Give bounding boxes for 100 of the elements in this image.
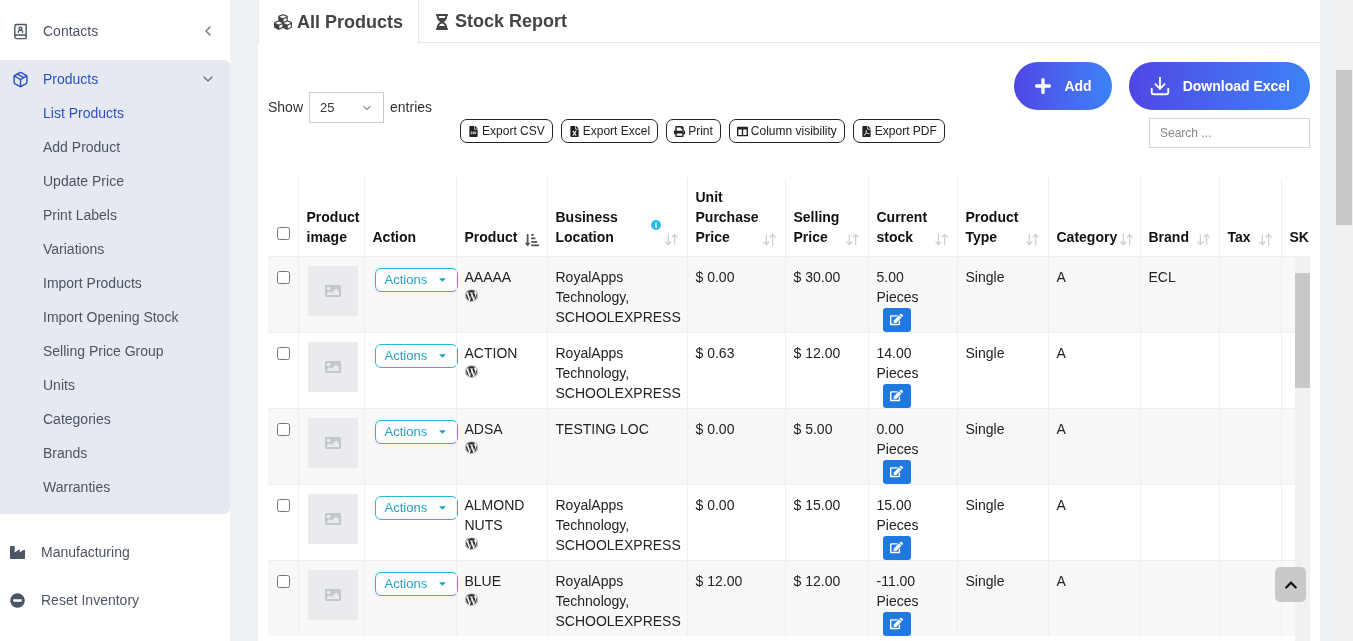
row-checkbox[interactable]	[277, 498, 290, 512]
submenu-item[interactable]: Print Labels	[0, 198, 230, 232]
submenu-item[interactable]: Categories	[0, 402, 230, 436]
submenu-item[interactable]: Brands	[0, 436, 230, 470]
product-name: AAAAA	[464, 267, 513, 287]
address-book-icon	[12, 22, 29, 40]
sidebar-label: Contacts	[43, 21, 100, 41]
edit-button[interactable]	[882, 383, 911, 408]
printer-icon	[674, 125, 686, 137]
sidebar-item[interactable]: Reset Inventory	[0, 583, 154, 617]
row-checkbox[interactable]	[277, 270, 290, 284]
edit-button[interactable]	[882, 611, 911, 636]
image-icon	[324, 358, 341, 375]
image-icon	[324, 510, 341, 527]
stock-text: 5.00 Pieces	[876, 267, 920, 307]
column-header: Brand	[1148, 227, 1189, 247]
select-all-checkbox[interactable]	[277, 226, 290, 240]
column-header: Business Location	[555, 207, 619, 247]
page-scrollbar[interactable]	[1335, 0, 1353, 641]
sort-icon[interactable]	[524, 232, 539, 247]
stock-text: 14.00 Pieces	[876, 343, 920, 383]
image-icon	[324, 586, 341, 603]
submenu-item[interactable]: Import Opening Stock	[0, 300, 230, 334]
product-name: ALMOND NUTS	[464, 495, 526, 535]
hourglass-icon	[434, 13, 450, 30]
table-cell: $ 12.00	[785, 560, 868, 636]
product-name: BLUE	[464, 571, 503, 591]
sidebar-item[interactable]: Manufacturing	[0, 535, 144, 569]
page-size-select[interactable]: 25	[309, 92, 385, 123]
submenu-item[interactable]: Units	[0, 368, 230, 402]
tab[interactable]: All Products	[258, 0, 419, 44]
image-icon	[324, 434, 341, 451]
edit-button[interactable]	[882, 459, 911, 484]
submenu-item[interactable]: Add Product	[0, 130, 230, 164]
stock-text: 15.00 Pieces	[876, 495, 920, 535]
column-header: Unit Purchase Price	[695, 187, 760, 247]
column-header: Action	[372, 227, 417, 247]
entries-label: entries	[390, 98, 433, 117]
scrollbar[interactable]	[1295, 256, 1310, 641]
submenu-item[interactable]: Import Products	[0, 266, 230, 300]
wordpress-icon	[464, 440, 478, 454]
image-icon	[324, 282, 341, 299]
column-header: Product Type	[965, 207, 1020, 247]
submenu-item[interactable]: Update Price	[0, 164, 230, 198]
edit-icon	[890, 465, 903, 478]
row-checkbox[interactable]	[277, 346, 290, 360]
wordpress-icon	[464, 288, 478, 302]
submenu-item[interactable]: List Products	[0, 96, 230, 130]
export-button[interactable]: Export PDF	[852, 119, 945, 143]
cubes-icon	[274, 13, 292, 31]
edit-button[interactable]	[882, 535, 911, 560]
factory-icon	[10, 544, 25, 560]
table-cell: RoyalApps Technology, SCHOOLEXPRESS	[547, 560, 687, 636]
wordpress-icon	[464, 536, 478, 550]
export-button[interactable]: Export Excel	[560, 119, 659, 143]
show-label: Show	[268, 98, 304, 117]
action-button[interactable]: Add	[1014, 62, 1112, 110]
file-icon	[568, 125, 580, 137]
edit-button[interactable]	[882, 307, 911, 332]
stock-text: 0.00 Pieces	[876, 419, 920, 459]
action-button[interactable]: Download Excel	[1128, 62, 1310, 110]
download-icon	[1148, 75, 1171, 97]
file-icon	[860, 125, 872, 137]
product-name: ACTION	[464, 343, 519, 363]
wordpress-icon	[464, 592, 478, 606]
edit-icon	[890, 617, 903, 630]
export-button[interactable]: Print	[666, 119, 721, 143]
stock-text: -11.00 Pieces	[876, 571, 920, 611]
submenu-item[interactable]: Variations	[0, 232, 230, 266]
column-header: Tax	[1227, 227, 1251, 247]
edit-icon	[890, 389, 903, 402]
columns-icon	[736, 125, 748, 137]
scroll-top-button[interactable]	[1275, 567, 1306, 602]
product-name: ADSA	[464, 419, 504, 439]
info-icon	[651, 218, 662, 232]
table-cell: $ 12.00	[687, 560, 785, 636]
column-header: Product	[464, 227, 518, 247]
export-button[interactable]: Column visibility	[728, 119, 845, 143]
submenu-item[interactable]: Warranties	[0, 470, 230, 504]
sidebar-item[interactable]: Contacts	[0, 14, 230, 48]
column-header: Category	[1056, 227, 1118, 247]
sidebar-label: Reset Inventory	[41, 590, 140, 610]
sidebar-label: Manufacturing	[41, 542, 130, 562]
column-header: Product image	[306, 207, 360, 247]
wordpress-icon	[464, 364, 478, 378]
box-icon	[12, 70, 29, 88]
edit-icon	[890, 313, 903, 326]
sidebar-item[interactable]: Products	[0, 62, 230, 96]
table-cell: A	[1048, 560, 1140, 636]
row-checkbox[interactable]	[277, 422, 290, 436]
column-header: Selling Price	[793, 207, 841, 247]
row-checkbox[interactable]	[277, 574, 290, 588]
sidebar-label: Products	[43, 69, 100, 89]
submenu-item[interactable]: Selling Price Group	[0, 334, 230, 368]
edit-icon	[890, 541, 903, 554]
export-button[interactable]: Export CSV	[460, 119, 553, 143]
file-icon	[468, 125, 480, 137]
column-header: SK	[1289, 227, 1309, 247]
search-field[interactable]: Search ...	[1149, 118, 1310, 148]
tab[interactable]: Stock Report	[419, 0, 583, 43]
